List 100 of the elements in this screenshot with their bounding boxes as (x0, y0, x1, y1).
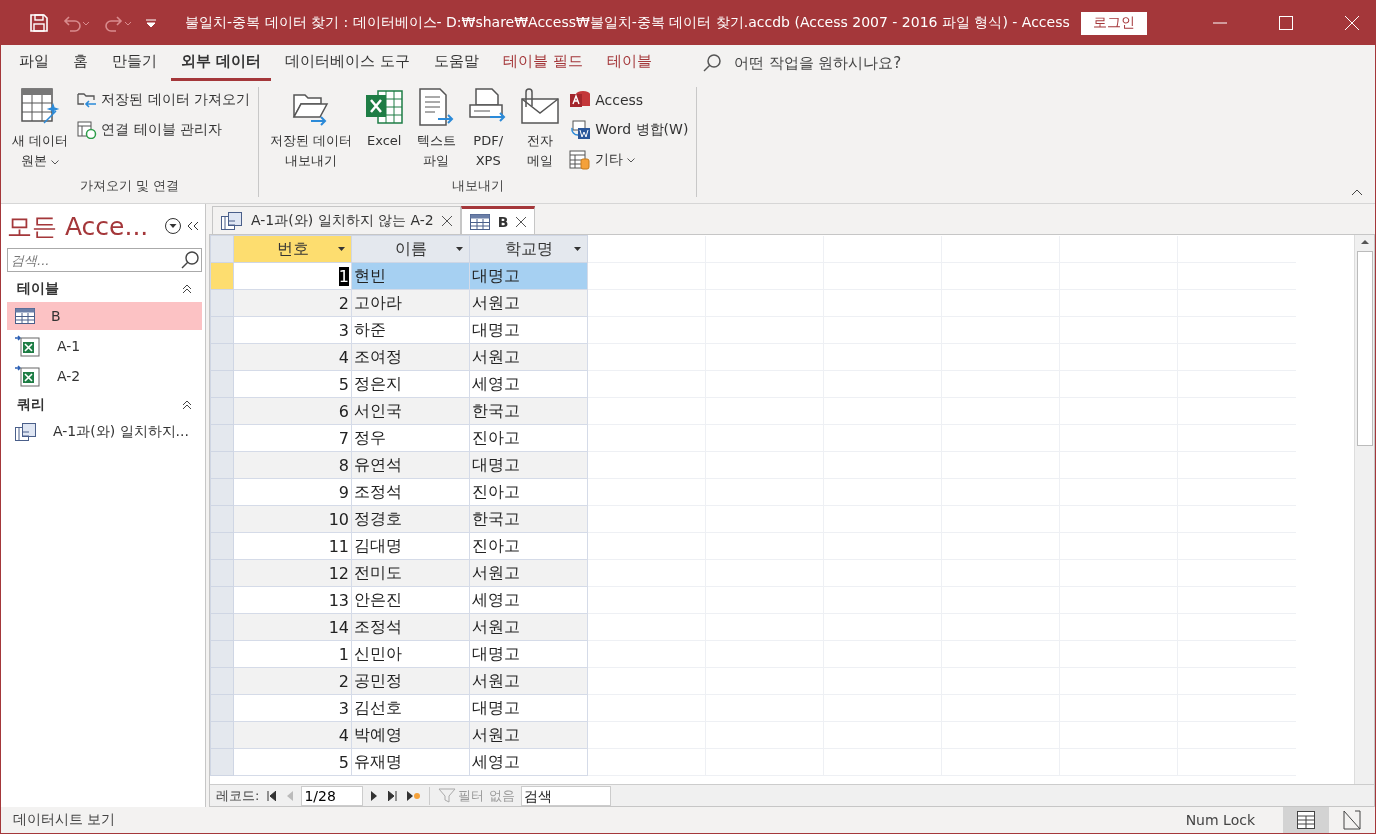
record-position-field[interactable]: 1/28 (301, 785, 364, 806)
table-icon (469, 213, 490, 230)
ribbon-button[interactable]: 기타 (569, 147, 689, 173)
row-selector[interactable] (210, 370, 234, 398)
nav-item[interactable]: A-1 (7, 332, 202, 360)
row-selector[interactable] (210, 478, 234, 506)
ribbon-button[interactable]: 새 데이터 원본 (9, 87, 72, 177)
document-tab[interactable]: B (460, 206, 536, 234)
access-icon (569, 90, 592, 110)
ribbon-button[interactable]: Excel (361, 87, 408, 177)
table-cell: 2 (233, 289, 352, 317)
row-selector[interactable] (210, 289, 234, 317)
ribbon-button[interactable]: 전자 메일 (517, 87, 564, 177)
table-cell: 조정석 (351, 613, 470, 641)
search-field[interactable]: 검색 (520, 785, 611, 806)
close-icon[interactable] (516, 216, 527, 227)
table-cell: 3 (233, 316, 352, 344)
row-selector[interactable] (210, 667, 234, 695)
table-cell: 서원고 (469, 343, 588, 371)
table-cell: 5 (233, 748, 352, 776)
column-header[interactable]: 번호 (233, 235, 352, 263)
search-field[interactable]: 검색... (7, 248, 202, 272)
table-cell: 공민정 (351, 667, 470, 695)
table-cell: 현빈 (351, 262, 470, 290)
nav-group-header[interactable]: 테이블 (7, 276, 202, 302)
nav-item[interactable]: A-2 (7, 362, 202, 390)
linked-spreadsheet-icon (15, 335, 41, 357)
table-cell: 대명고 (469, 451, 588, 479)
column-header[interactable]: 이름 (351, 235, 470, 263)
table-cell: 5 (233, 370, 352, 398)
row-selector[interactable] (210, 640, 234, 668)
dropdown-arrow-icon[interactable] (338, 247, 345, 251)
table-cell: 서원고 (469, 289, 588, 317)
ribbon-button[interactable]: 저장된 데이터 내보내기 (267, 87, 356, 177)
nav-group-header[interactable]: 쿼리 (7, 392, 202, 418)
table-cell: 세영고 (469, 370, 588, 398)
table-cell: 서원고 (469, 559, 588, 587)
window-title: 불일치-중복 데이터 찾기 : 데이터베이스- D:₩share₩Access₩불일치-중복 데이터 찾기.accdb (Access 2007 - 2016 파일 형식) - Access (185, 14, 1071, 32)
table-cell: 김대명 (351, 532, 470, 560)
table-cell: 신민아 (351, 640, 470, 668)
vertical-scrollbar[interactable] (1354, 235, 1374, 784)
table-cell: 유재명 (351, 748, 470, 776)
row-selector[interactable] (210, 559, 234, 587)
ribbon-tab[interactable]: 도움말 (424, 45, 489, 81)
table-cell: 대명고 (469, 262, 588, 290)
row-selector[interactable] (210, 586, 234, 614)
column-header[interactable]: 학교명 (469, 235, 588, 263)
row-selector[interactable] (210, 451, 234, 479)
navigation-pane-title[interactable]: 모든 Acce... (7, 209, 162, 243)
ribbon-button[interactable]: Access (569, 87, 689, 113)
ribbon-tab[interactable]: 파일 (9, 45, 59, 81)
row-selector[interactable] (210, 343, 234, 371)
ribbon-tab[interactable]: 데이터베이스 도구 (275, 45, 420, 81)
table-cell: 7 (233, 424, 352, 452)
ribbon-button[interactable]: 텍스트 파일 (413, 87, 460, 177)
ribbon-button[interactable]: 연결 테이블 관리자 (77, 117, 251, 143)
dropdown-arrow-icon[interactable] (456, 247, 463, 251)
row-selector[interactable] (210, 748, 234, 776)
ribbon-tab[interactable]: 홈 (63, 45, 98, 81)
row-selector[interactable] (210, 532, 234, 560)
ribbon-tab[interactable]: 만들기 (102, 45, 167, 81)
table-cell: 한국고 (469, 397, 588, 425)
select-all-corner[interactable] (210, 235, 234, 263)
table-cell: 조여정 (351, 343, 470, 371)
ribbon-tab[interactable]: 테이블 (596, 45, 662, 81)
tell-me-field[interactable]: 어떤 작업을 원하시나요? (731, 53, 972, 73)
row-selector[interactable] (210, 262, 234, 290)
first-record-icon[interactable] (265, 788, 279, 803)
email-icon (520, 87, 561, 127)
table-cell: 2 (233, 667, 352, 695)
row-selector[interactable] (210, 694, 234, 722)
row-selector[interactable] (210, 505, 234, 533)
table-cell: 8 (233, 451, 352, 479)
row-selector[interactable] (210, 424, 234, 452)
row-selector[interactable] (210, 613, 234, 641)
table-cell: 12 (233, 559, 352, 587)
ribbon-tab[interactable]: 테이블 필드 (493, 45, 593, 81)
ribbon-button[interactable]: 저장된 데이터 가져오기 (77, 87, 251, 113)
table-cell: 정경호 (351, 505, 470, 533)
table-cell: 11 (233, 532, 352, 560)
table-cell: 김선호 (351, 694, 470, 722)
close-icon[interactable] (441, 215, 452, 226)
row-selector[interactable] (210, 721, 234, 749)
dropdown-icon[interactable] (162, 215, 184, 237)
ribbon-button[interactable]: Word 병합(W) (569, 117, 689, 143)
view-button[interactable] (1283, 807, 1329, 833)
dropdown-arrow-icon[interactable] (574, 247, 581, 251)
nav-item[interactable]: A-1과(와) 일치하지... (7, 418, 202, 446)
table-cell: 세영고 (469, 586, 588, 614)
last-record-icon[interactable] (386, 788, 400, 803)
sign-in-button[interactable]: 로그인 (1081, 11, 1147, 35)
row-selector[interactable] (210, 397, 234, 425)
datasheet-view-icon (1297, 811, 1315, 829)
document-tab[interactable]: A-1과(와) 일치하지 않는 A-2 (212, 206, 461, 234)
ribbon-button[interactable]: PDF/ XPS (465, 87, 512, 177)
excel-icon (364, 87, 405, 127)
search-icon (179, 249, 201, 271)
nav-item[interactable]: B (7, 302, 202, 330)
table-cell: 조정석 (351, 478, 470, 506)
row-selector[interactable] (210, 316, 234, 344)
